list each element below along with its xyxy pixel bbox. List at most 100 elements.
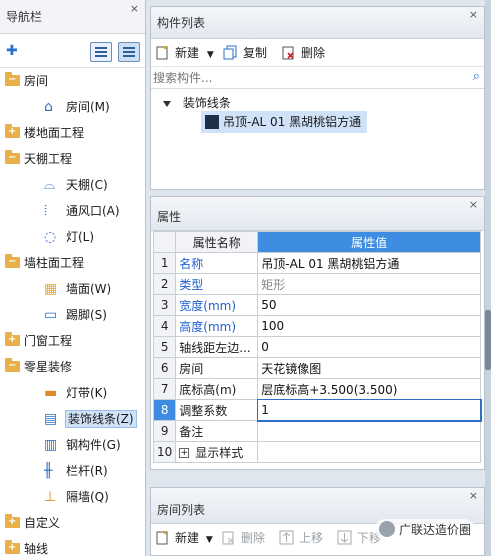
expand-icon[interactable]: + <box>179 448 190 458</box>
move-up-label: 上移 <box>299 531 324 545</box>
component-list-title: 构件列表 <box>157 16 206 30</box>
collapse-icon[interactable]: − <box>8 360 16 372</box>
close-icon[interactable]: × <box>469 198 478 212</box>
delete-button[interactable]: 删除 <box>281 44 325 62</box>
table-row[interactable]: 3 宽度(mm) 50 <box>152 294 481 316</box>
collapse-triangle-icon[interactable] <box>163 100 171 107</box>
room-delete-button[interactable]: 删除 <box>221 529 265 547</box>
nav-item[interactable]: ▬ 灯带(K) <box>0 380 145 406</box>
detail-view-icon[interactable] <box>118 42 140 62</box>
component-toolbar: 新建 ▼ 复制 删除 <box>151 39 484 67</box>
nav-group[interactable]: − 房间 <box>0 68 145 94</box>
row-number: 4 <box>152 315 177 337</box>
tree-root-node[interactable]: 装饰线条 <box>163 95 231 111</box>
folder-icon[interactable]: − <box>5 254 20 268</box>
scrollbar-thumb[interactable] <box>485 310 491 370</box>
nav-group[interactable]: − 天棚工程 <box>0 146 145 172</box>
property-value[interactable] <box>257 420 481 442</box>
nav-item[interactable]: ⌓ 天棚(C) <box>0 172 145 198</box>
property-name: 备注 <box>175 420 259 442</box>
move-up-button[interactable]: 上移 <box>279 529 323 547</box>
table-row[interactable]: 6 房间 天花镜像图 <box>152 357 481 379</box>
copy-button[interactable]: 复制 <box>223 44 267 62</box>
search-input[interactable] <box>153 69 473 86</box>
dropdown-arrow-icon[interactable]: ▼ <box>206 535 213 545</box>
nav-group[interactable]: + 楼地面工程 <box>0 120 145 146</box>
property-value[interactable]: 吊顶-AL 01 黑胡桃铝方通 <box>257 252 481 274</box>
table-row[interactable]: 5 轴线距左边... 0 <box>152 336 481 358</box>
new-button[interactable]: 新建 ▼ <box>155 44 214 62</box>
properties-grid: 属性名称 属性值 1 名称 吊顶-AL 01 黑胡桃铝方通 2 类型 矩形 3 宽度(mm) 5… <box>152 231 482 463</box>
table-row[interactable]: 9 备注 <box>152 420 481 442</box>
property-name-label: 名称 <box>179 256 204 271</box>
nav-item[interactable]: ▭ 踢脚(S) <box>0 302 145 328</box>
property-value[interactable] <box>257 441 481 463</box>
search-icon[interactable]: ⌕ <box>473 69 480 84</box>
vertical-scrollbar[interactable] <box>485 0 491 556</box>
folder-icon[interactable]: + <box>5 540 20 554</box>
close-icon[interactable]: × <box>469 489 478 503</box>
property-name-label: 类型 <box>179 277 204 292</box>
property-value[interactable]: 天花镜像图 <box>257 357 481 379</box>
nav-item[interactable]: ▤ 装饰线条(Z) <box>0 406 145 432</box>
table-row[interactable]: 8 调整系数 1 <box>152 398 482 422</box>
property-value[interactable]: 50 <box>257 294 481 316</box>
property-value-header: 属性值 <box>257 231 481 253</box>
expand-icon[interactable]: + <box>8 126 16 138</box>
folder-icon[interactable]: + <box>5 332 20 346</box>
skirting-icon: ▭ <box>44 307 58 323</box>
list-view-icon[interactable] <box>90 42 112 62</box>
nav-item[interactable]: ⦙ 通风口(A) <box>0 198 145 224</box>
expand-icon[interactable]: + <box>8 542 16 554</box>
property-name: 房间 <box>175 357 259 379</box>
folder-icon[interactable]: − <box>5 150 20 164</box>
expand-icon[interactable]: + <box>8 516 16 528</box>
watermark: 广联达造价圈 <box>374 519 475 540</box>
folder-icon[interactable]: + <box>5 124 20 138</box>
folder-icon[interactable]: − <box>5 358 20 372</box>
folder-icon[interactable]: + <box>5 514 20 528</box>
nav-group[interactable]: + 门窗工程 <box>0 328 145 354</box>
nav-item-label: 装饰线条(Z) <box>65 410 137 428</box>
property-name-label: 轴线距左边... <box>179 340 251 355</box>
nav-group[interactable]: + 轴线 <box>0 536 145 556</box>
copy-button-label: 复制 <box>243 46 268 60</box>
close-icon[interactable]: × <box>469 8 478 22</box>
dropdown-arrow-icon[interactable]: ▼ <box>207 50 214 60</box>
room-new-button[interactable]: 新建 ▼ <box>155 529 213 547</box>
property-value[interactable]: 0 <box>257 336 481 358</box>
tree-root-label: 装饰线条 <box>182 96 231 110</box>
nav-item[interactable]: ◌ 灯(L) <box>0 224 145 250</box>
property-value[interactable]: 层底标高+3.500(3.500) <box>257 378 481 400</box>
add-icon[interactable]: ✚ <box>6 43 18 59</box>
nav-item[interactable]: ▥ 钢构件(G) <box>0 432 145 458</box>
close-icon[interactable]: × <box>130 2 139 16</box>
table-row[interactable]: 10 + 显示样式 <box>152 441 481 463</box>
row-number: 1 <box>152 252 177 274</box>
tree-leaf-node[interactable]: 吊顶-AL 01 黑胡桃铝方通 <box>201 111 368 133</box>
railing-icon: ╫ <box>44 463 53 479</box>
table-row[interactable]: 2 类型 矩形 <box>152 273 481 295</box>
expand-icon[interactable]: + <box>8 334 16 346</box>
property-value[interactable]: 矩形 <box>257 273 481 295</box>
property-value[interactable]: 100 <box>257 315 481 337</box>
bulb-icon: ◌ <box>44 229 57 245</box>
nav-item[interactable]: ⌂ 房间(M) <box>0 94 145 120</box>
collapse-icon[interactable]: − <box>8 152 16 164</box>
nav-item-label: 楼地面工程 <box>24 126 85 140</box>
table-row[interactable]: 4 高度(mm) 100 <box>152 315 481 337</box>
nav-group[interactable]: + 自定义 <box>0 510 145 536</box>
property-value[interactable]: 1 <box>256 398 482 422</box>
property-name-label: 备注 <box>179 424 204 439</box>
collapse-icon[interactable]: − <box>8 256 16 268</box>
nav-item[interactable]: ▦ 墙面(W) <box>0 276 145 302</box>
row-number: 7 <box>152 378 177 400</box>
nav-item[interactable]: ⊥ 隔墙(Q) <box>0 484 145 510</box>
nav-group[interactable]: − 零星装修 <box>0 354 145 380</box>
nav-group[interactable]: − 墙柱面工程 <box>0 250 145 276</box>
nav-item[interactable]: ╫ 栏杆(R) <box>0 458 145 484</box>
collapse-icon[interactable]: − <box>8 74 16 86</box>
folder-icon[interactable]: − <box>5 72 20 86</box>
table-row[interactable]: 7 底标高(m) 层底标高+3.500(3.500) <box>152 378 481 400</box>
table-row[interactable]: 1 名称 吊顶-AL 01 黑胡桃铝方通 <box>152 252 481 274</box>
